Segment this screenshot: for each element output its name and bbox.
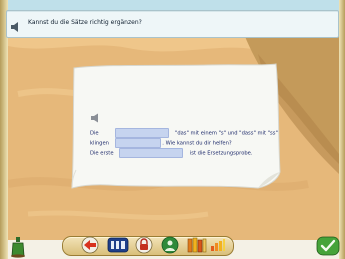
person-icon[interactable] bbox=[160, 236, 180, 254]
sentence-3-end: ist die Ersetzungsprobe. bbox=[189, 150, 253, 157]
frame-left bbox=[0, 0, 8, 259]
mode-icon[interactable] bbox=[107, 237, 129, 253]
speaker-icon[interactable] bbox=[10, 18, 22, 32]
sentence-1-end: "das" mit einem "s" und "dass" mit "ss" bbox=[174, 130, 278, 137]
instruction-title: Kannst du die Sätze richtig ergänzen? bbox=[28, 19, 142, 26]
answer-gap-1[interactable] bbox=[115, 128, 170, 138]
chart-icon[interactable] bbox=[210, 238, 226, 252]
sentence-3: Die erste ist die Ersetzungsprobe. bbox=[90, 148, 253, 158]
instruction-bar: Kannst du die Sätze richtig ergänzen? bbox=[6, 10, 339, 38]
answer-gap-3[interactable] bbox=[119, 148, 184, 158]
answer-gap-2[interactable] bbox=[114, 138, 161, 148]
books-icon[interactable] bbox=[186, 236, 208, 254]
sentence-2-end: . Wie kannst du dir helfen? bbox=[162, 140, 232, 147]
lock-icon[interactable] bbox=[134, 236, 154, 254]
arrow-icon[interactable] bbox=[80, 236, 100, 254]
sentence-2-start: klingen bbox=[90, 140, 109, 147]
audio-button-icon[interactable] bbox=[90, 113, 104, 123]
sentence-1: Die "das" mit einem "s" und "dass" mit "… bbox=[90, 128, 278, 138]
sentence-3-start: Die erste bbox=[90, 150, 114, 157]
frame-right bbox=[339, 0, 345, 259]
check-icon[interactable] bbox=[316, 236, 340, 256]
sentence-1-start: Die bbox=[90, 130, 99, 137]
exercise-sheet: Die "das" mit einem "s" und "dass" mit "… bbox=[68, 62, 282, 190]
bottle-icon[interactable] bbox=[8, 236, 28, 258]
app-window: Kannst du die Sätze richtig ergänzen? Di… bbox=[0, 0, 345, 259]
sentence-2: klingen . Wie kannst du dir helfen? bbox=[90, 138, 232, 148]
